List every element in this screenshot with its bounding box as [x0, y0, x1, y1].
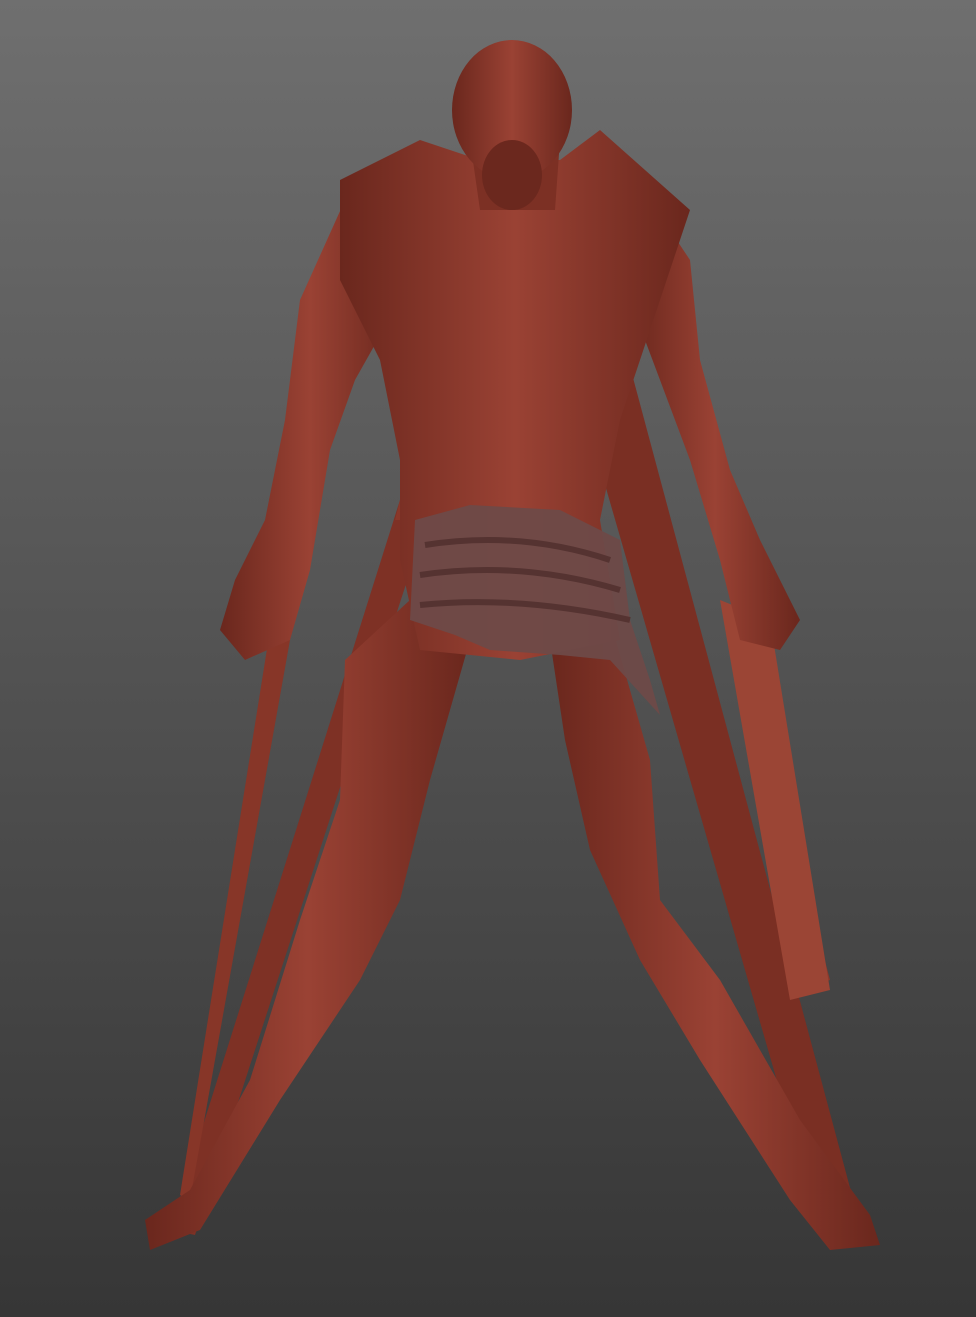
sculpted-figure[interactable]: [145, 40, 880, 1250]
model-render: [145, 40, 880, 1250]
face-shadow: [482, 140, 542, 210]
3d-viewport[interactable]: [0, 0, 976, 1317]
